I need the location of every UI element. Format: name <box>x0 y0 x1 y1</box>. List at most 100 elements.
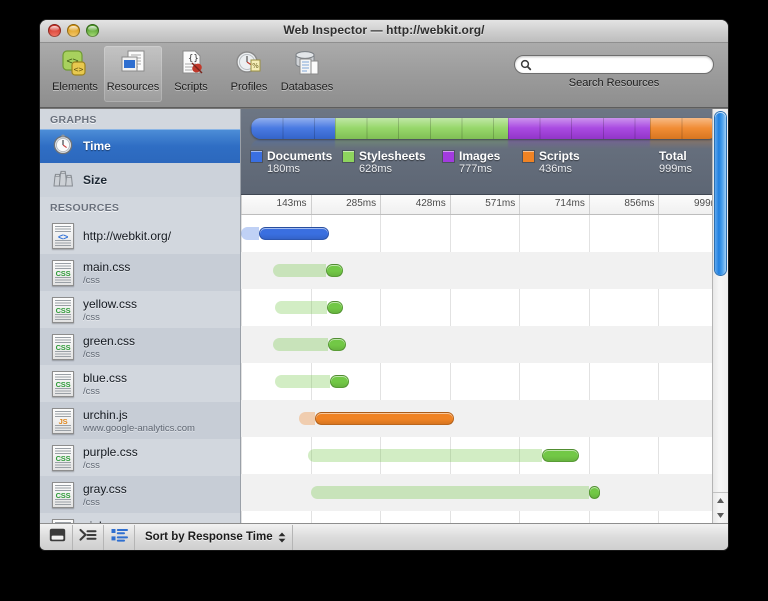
timeline-row[interactable] <box>241 252 728 289</box>
timeline-bar[interactable] <box>308 449 579 462</box>
timeline-pane: Documents 180ms Stylesheets 628ms <box>241 109 728 523</box>
timeline-bar[interactable] <box>311 486 600 499</box>
window-title: Web Inspector — http://webkit.org/ <box>40 23 728 37</box>
ruler-tick: 714ms <box>519 195 589 214</box>
toolbar-item-databases[interactable]: Databases <box>278 46 336 102</box>
legend-label: Scripts <box>539 149 580 163</box>
toolbar: <> <> Elements <box>40 43 728 108</box>
toolbar-item-label: Databases <box>281 81 334 93</box>
dock-panel-icon <box>49 528 66 547</box>
resources-icon <box>118 46 148 80</box>
sidebar-section-graphs: GRAPHS <box>40 109 240 129</box>
resource-name: main.css <box>83 260 130 274</box>
elements-icon: <> <> <box>60 46 90 80</box>
stopwatch-icon <box>52 133 74 160</box>
resource-path: /css <box>83 275 130 286</box>
summary-legend: Documents 180ms Stylesheets 628ms <box>251 149 718 176</box>
bar-latency-segment <box>273 264 326 277</box>
timeline-row[interactable] <box>241 326 728 363</box>
resource-name: blue.css <box>83 371 127 385</box>
resource-row[interactable]: CSSpink.css/css <box>40 513 240 523</box>
summary-segment <box>508 118 650 139</box>
summary-graph: Documents 180ms Stylesheets 628ms <box>241 109 728 195</box>
legend-swatch <box>523 151 534 162</box>
scroll-up-button[interactable] <box>713 493 728 508</box>
profiles-icon: % <box>234 46 264 80</box>
ruler-tick: 428ms <box>380 195 450 214</box>
resource-name: yellow.css <box>83 297 137 311</box>
search-area: Search Resources <box>514 55 714 89</box>
resource-row[interactable]: CSSblue.css/css <box>40 365 240 402</box>
list-view-icon <box>111 528 128 547</box>
summary-segment-reflection <box>650 140 718 149</box>
sidebar-item-time[interactable]: Time <box>40 129 240 163</box>
timeline-bar[interactable] <box>241 227 329 240</box>
ruler-tick: 143ms <box>241 195 311 214</box>
resource-name: purple.css <box>83 445 138 459</box>
search-field[interactable] <box>514 55 714 74</box>
resource-row[interactable]: CSS main.css/css <box>40 254 240 291</box>
timeline-bar[interactable] <box>273 338 346 351</box>
timeline-bar[interactable] <box>275 301 343 314</box>
timeline-row[interactable] <box>241 437 728 474</box>
console-button[interactable] <box>73 525 104 550</box>
search-input[interactable] <box>535 56 707 75</box>
timeline-row[interactable] <box>241 474 728 511</box>
sidebar-item-size[interactable]: Size <box>40 163 240 197</box>
legend-item-images: Images 777ms <box>443 149 523 176</box>
sort-selector[interactable]: Sort by Response Time <box>135 525 293 550</box>
resource-path: www.google-analytics.com <box>83 423 195 434</box>
sidebar-item-label: Size <box>83 173 107 187</box>
inspector-body: GRAPHS Time <box>40 108 728 523</box>
summary-bar-reflection <box>251 140 718 149</box>
dock-panel-button[interactable] <box>42 525 73 550</box>
summary-segment-reflection <box>251 140 335 149</box>
timeline-bar[interactable] <box>273 264 343 277</box>
sidebar-section-resources: RESOURCES <box>40 197 240 217</box>
svg-text:<>: <> <box>74 65 84 74</box>
resource-row[interactable]: CSSgray.css/css <box>40 476 240 513</box>
resource-path: /css <box>83 386 127 397</box>
sidebar: GRAPHS Time <box>40 109 241 523</box>
timeline-row[interactable] <box>241 289 728 326</box>
toolbar-item-resources[interactable]: Resources <box>104 46 162 102</box>
vertical-scrollbar[interactable] <box>712 109 728 523</box>
legend-swatch <box>251 151 262 162</box>
bar-latency-segment <box>241 227 259 240</box>
bar-download-segment <box>330 375 349 388</box>
file-icon: CSS <box>52 297 74 323</box>
resource-row[interactable]: CSSgreen.css/css <box>40 328 240 365</box>
timeline-ruler: 143ms285ms428ms571ms714ms856ms999ms <box>241 195 728 215</box>
scroll-down-button[interactable] <box>713 508 728 523</box>
scripts-icon: {} <box>176 46 206 80</box>
resource-row[interactable]: <>http://webkit.org/ <box>40 217 240 254</box>
sidebar-item-label: Time <box>83 139 111 153</box>
scrollbar-thumb[interactable] <box>715 112 726 275</box>
ruler-tick: 856ms <box>589 195 659 214</box>
ruler-tick: 285ms <box>311 195 381 214</box>
timeline-rows <box>241 215 728 523</box>
file-icon: CSS <box>52 445 74 471</box>
resource-row[interactable]: CSSyellow.css/css <box>40 291 240 328</box>
toolbar-item-scripts[interactable]: {} Scripts <box>162 46 220 102</box>
resource-name: urchin.js <box>83 408 195 422</box>
resource-row[interactable]: CSS purple.css/css <box>40 439 240 476</box>
resource-row[interactable]: JSurchin.jswww.google-analytics.com <box>40 402 240 439</box>
list-view-button[interactable] <box>104 525 135 550</box>
databases-icon <box>292 46 322 80</box>
timeline-row[interactable] <box>241 215 728 252</box>
toolbar-item-elements[interactable]: <> <> Elements <box>46 46 104 102</box>
summary-segment <box>251 118 335 139</box>
search-label: Search Resources <box>514 77 714 89</box>
file-icon: CSS <box>52 260 74 286</box>
scrollbar-arrows <box>713 492 728 523</box>
resource-path: /css <box>83 460 138 471</box>
bar-latency-segment <box>308 449 542 462</box>
timeline-bar[interactable] <box>299 412 453 425</box>
toolbar-item-profiles[interactable]: % Profiles <box>220 46 278 102</box>
bar-latency-segment <box>311 486 588 499</box>
timeline-row[interactable] <box>241 400 728 437</box>
legend-item-total: Total 999ms <box>659 149 692 176</box>
timeline-row[interactable] <box>241 363 728 400</box>
timeline-bar[interactable] <box>275 375 349 388</box>
